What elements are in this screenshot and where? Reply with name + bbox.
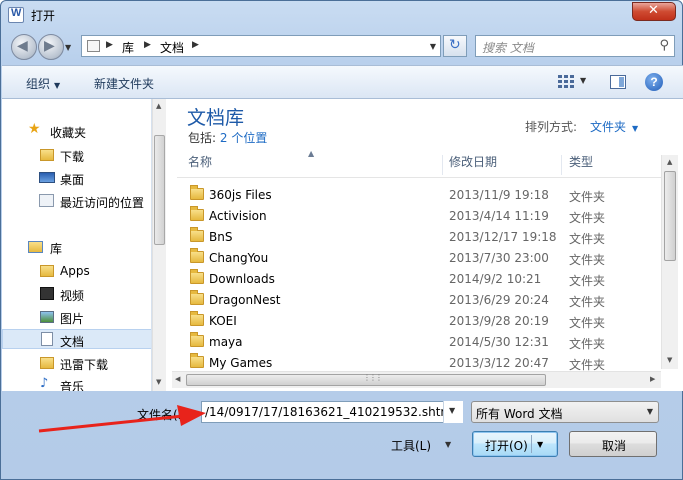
arrow-shaft [38,414,184,433]
arrow-head [177,405,206,426]
open-dialog-window: 打开 ◀ ▶ ▼ ▶ 库 ▶ 文档 ▶ ▼ ↻ 搜索 文档 ⚲ 组织▼ 新建文件… [0,0,683,480]
red-arrow-annotation [38,405,206,433]
